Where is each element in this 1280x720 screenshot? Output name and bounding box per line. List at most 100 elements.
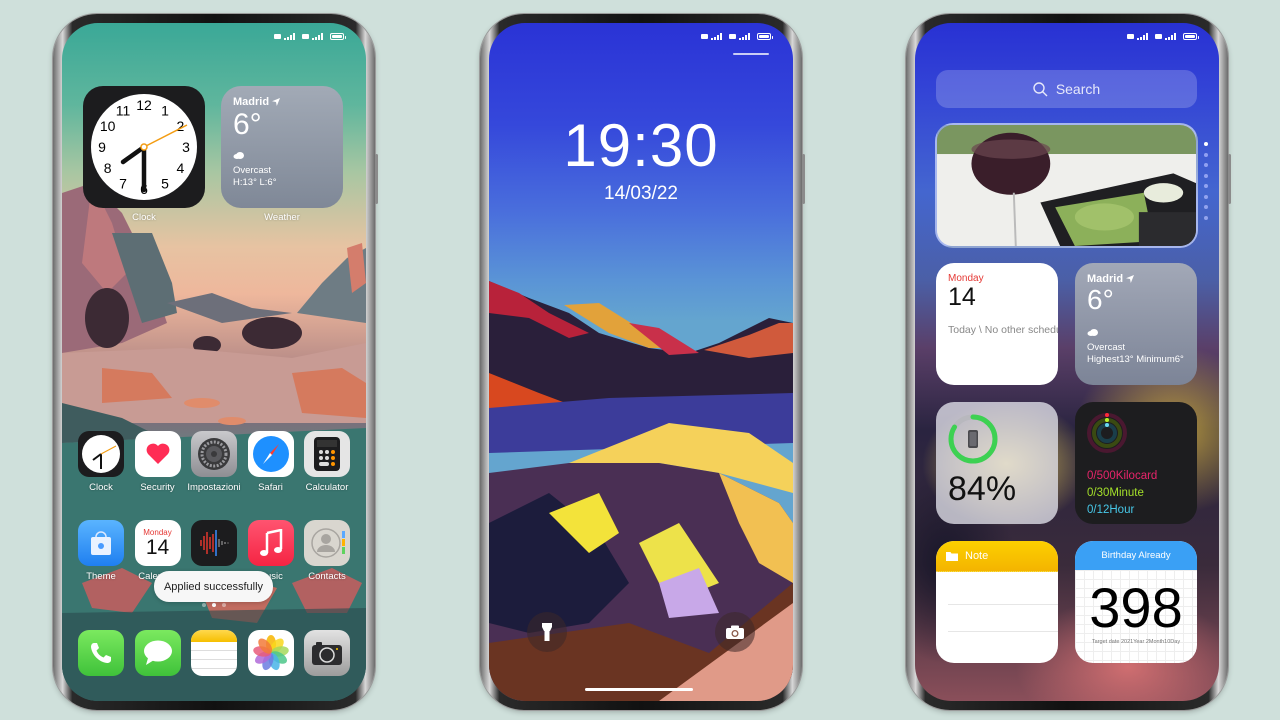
flashlight-icon: [542, 623, 552, 641]
widget-page-indicator[interactable]: [1204, 142, 1208, 220]
page-dot[interactable]: [222, 603, 226, 607]
status-bar: [701, 33, 773, 40]
flashlight-button[interactable]: [527, 612, 567, 652]
page-dot[interactable]: [1204, 194, 1208, 199]
weather-high-low: H:13° L:6°: [233, 177, 277, 188]
calendar-widget-schedule: Today \ No other schedule: [948, 324, 1058, 336]
app-label: Clock: [89, 482, 113, 493]
sim2-icon: [1155, 34, 1162, 39]
widget-screen: Search Monday 14 Today \ No other schedu…: [915, 23, 1219, 701]
calendar-widget-date: 14: [948, 283, 976, 311]
dock: [76, 630, 352, 676]
volume-button: [1228, 154, 1231, 204]
page-dot[interactable]: [1204, 173, 1208, 178]
signal-icon: [312, 33, 323, 40]
battery-widget[interactable]: 84%: [936, 402, 1058, 524]
app-label: Calculator: [305, 482, 349, 493]
app-clock[interactable]: Clock: [76, 431, 126, 493]
app-security[interactable]: Security: [133, 431, 183, 493]
activity-widget[interactable]: 0/500Kilocard 0/30Minute 0/12Hour: [1075, 402, 1197, 524]
lock-screen: 19:30 14/03/22: [489, 23, 793, 701]
app-row-1: Clock Security Impostazioni Safari Calcu…: [76, 431, 352, 493]
clock-hour-numeral: 5: [161, 175, 169, 191]
page-dot[interactable]: [1204, 142, 1208, 146]
page-dot[interactable]: [212, 603, 216, 607]
camera-icon: [726, 625, 744, 639]
weather-condition: Overcast: [1087, 342, 1126, 353]
dock-phone[interactable]: [76, 630, 126, 676]
birthday-countdown-widget[interactable]: Birthday Already 398 Target date 2021Yea…: [1075, 541, 1197, 663]
app-label: Contacts: [308, 571, 346, 582]
page-dot[interactable]: [1204, 163, 1208, 167]
analog-clock-face-icon: 121234567891011: [91, 94, 197, 200]
dock-messages[interactable]: [133, 630, 183, 676]
clock-hour-numeral: 8: [104, 160, 112, 176]
page-dot[interactable]: [1204, 215, 1208, 220]
calendar-widget[interactable]: Monday 14 Today \ No other schedule: [936, 263, 1058, 385]
weather-widget[interactable]: Madrid 6° Overcast Highest13° Minimum6°: [1075, 263, 1197, 385]
dock-notes[interactable]: [189, 630, 239, 676]
heart-icon: [134, 431, 181, 477]
folder-icon: [946, 552, 958, 561]
app-contacts[interactable]: Contacts: [302, 520, 352, 593]
contact-person-icon: [304, 520, 350, 566]
signal-icon: [1137, 33, 1148, 40]
birthday-days-count: 398: [1089, 576, 1183, 639]
page-dot[interactable]: [1204, 205, 1208, 209]
phone-widget-screen: Search Monday 14 Today \ No other schedu…: [906, 14, 1231, 710]
compass-icon: [247, 431, 294, 477]
sim2-icon: [302, 34, 309, 39]
lock-date: 14/03/22: [604, 183, 678, 204]
notification-pull-handle[interactable]: [733, 53, 769, 55]
lock-time: 19:30: [563, 112, 719, 179]
shopping-bag-icon: [78, 520, 124, 566]
app-settings[interactable]: Impostazioni: [187, 431, 241, 493]
weather-widget[interactable]: Madrid 6° Overcast H:13° L:6°: [221, 86, 343, 208]
clock-widget[interactable]: 121234567891011: [83, 86, 205, 208]
search-input[interactable]: Search: [936, 70, 1197, 108]
battery-icon: [330, 33, 346, 40]
app-theme[interactable]: Theme: [76, 520, 126, 593]
sim1-icon: [701, 34, 708, 39]
music-note-icon: [247, 520, 294, 566]
birthday-target-date: Target date 2021Year 2Month10Day: [1091, 639, 1181, 645]
sim2-icon: [729, 34, 736, 39]
clock-hour-numeral: 12: [136, 97, 152, 113]
photo-widget[interactable]: [935, 123, 1198, 248]
clock-hour-numeral: 2: [176, 118, 184, 134]
activity-move: 0/500Kilocard: [1087, 470, 1158, 482]
app-label: Security: [140, 482, 175, 493]
clock-hour-numeral: 4: [176, 160, 184, 176]
clock-hour-numeral: 11: [116, 103, 131, 119]
dock-photos[interactable]: [246, 630, 296, 676]
app-safari[interactable]: Safari: [246, 431, 296, 493]
activity-rings-icon: [1087, 413, 1127, 453]
cloud-icon: [1087, 329, 1098, 336]
app-calculator[interactable]: Calculator: [302, 431, 352, 493]
note-line: [948, 604, 1058, 605]
note-widget-header: Note: [936, 541, 1058, 572]
toast-notification: Applied successfully: [154, 571, 273, 602]
page-indicator[interactable]: [62, 603, 366, 607]
page-dot[interactable]: [1204, 152, 1208, 157]
note-widget[interactable]: Note: [936, 541, 1058, 663]
app-label: Safari: [258, 482, 283, 493]
home-indicator[interactable]: [585, 688, 693, 691]
clock-hour-numeral: 7: [119, 175, 127, 191]
birthday-widget-title: Birthday Already: [1075, 541, 1197, 570]
page-dot[interactable]: [1204, 184, 1208, 188]
phone-home-screen: 121234567891011 Clock Madrid 6° Overcast…: [53, 14, 378, 710]
note-widget-title: Note: [965, 550, 989, 562]
notes-icon: [191, 630, 237, 676]
signal-icon: [739, 33, 750, 40]
settings-gear-icon: [191, 431, 237, 477]
waveform-icon: [191, 520, 237, 566]
page-dot[interactable]: [202, 603, 206, 607]
dock-camera[interactable]: [302, 630, 352, 676]
clock-icon: [78, 431, 124, 477]
volume-button: [375, 154, 378, 204]
camera-button[interactable]: [715, 612, 755, 652]
note-line: [948, 631, 1058, 632]
home-screen: 121234567891011 Clock Madrid 6° Overcast…: [62, 23, 366, 701]
camera-icon: [304, 630, 350, 676]
